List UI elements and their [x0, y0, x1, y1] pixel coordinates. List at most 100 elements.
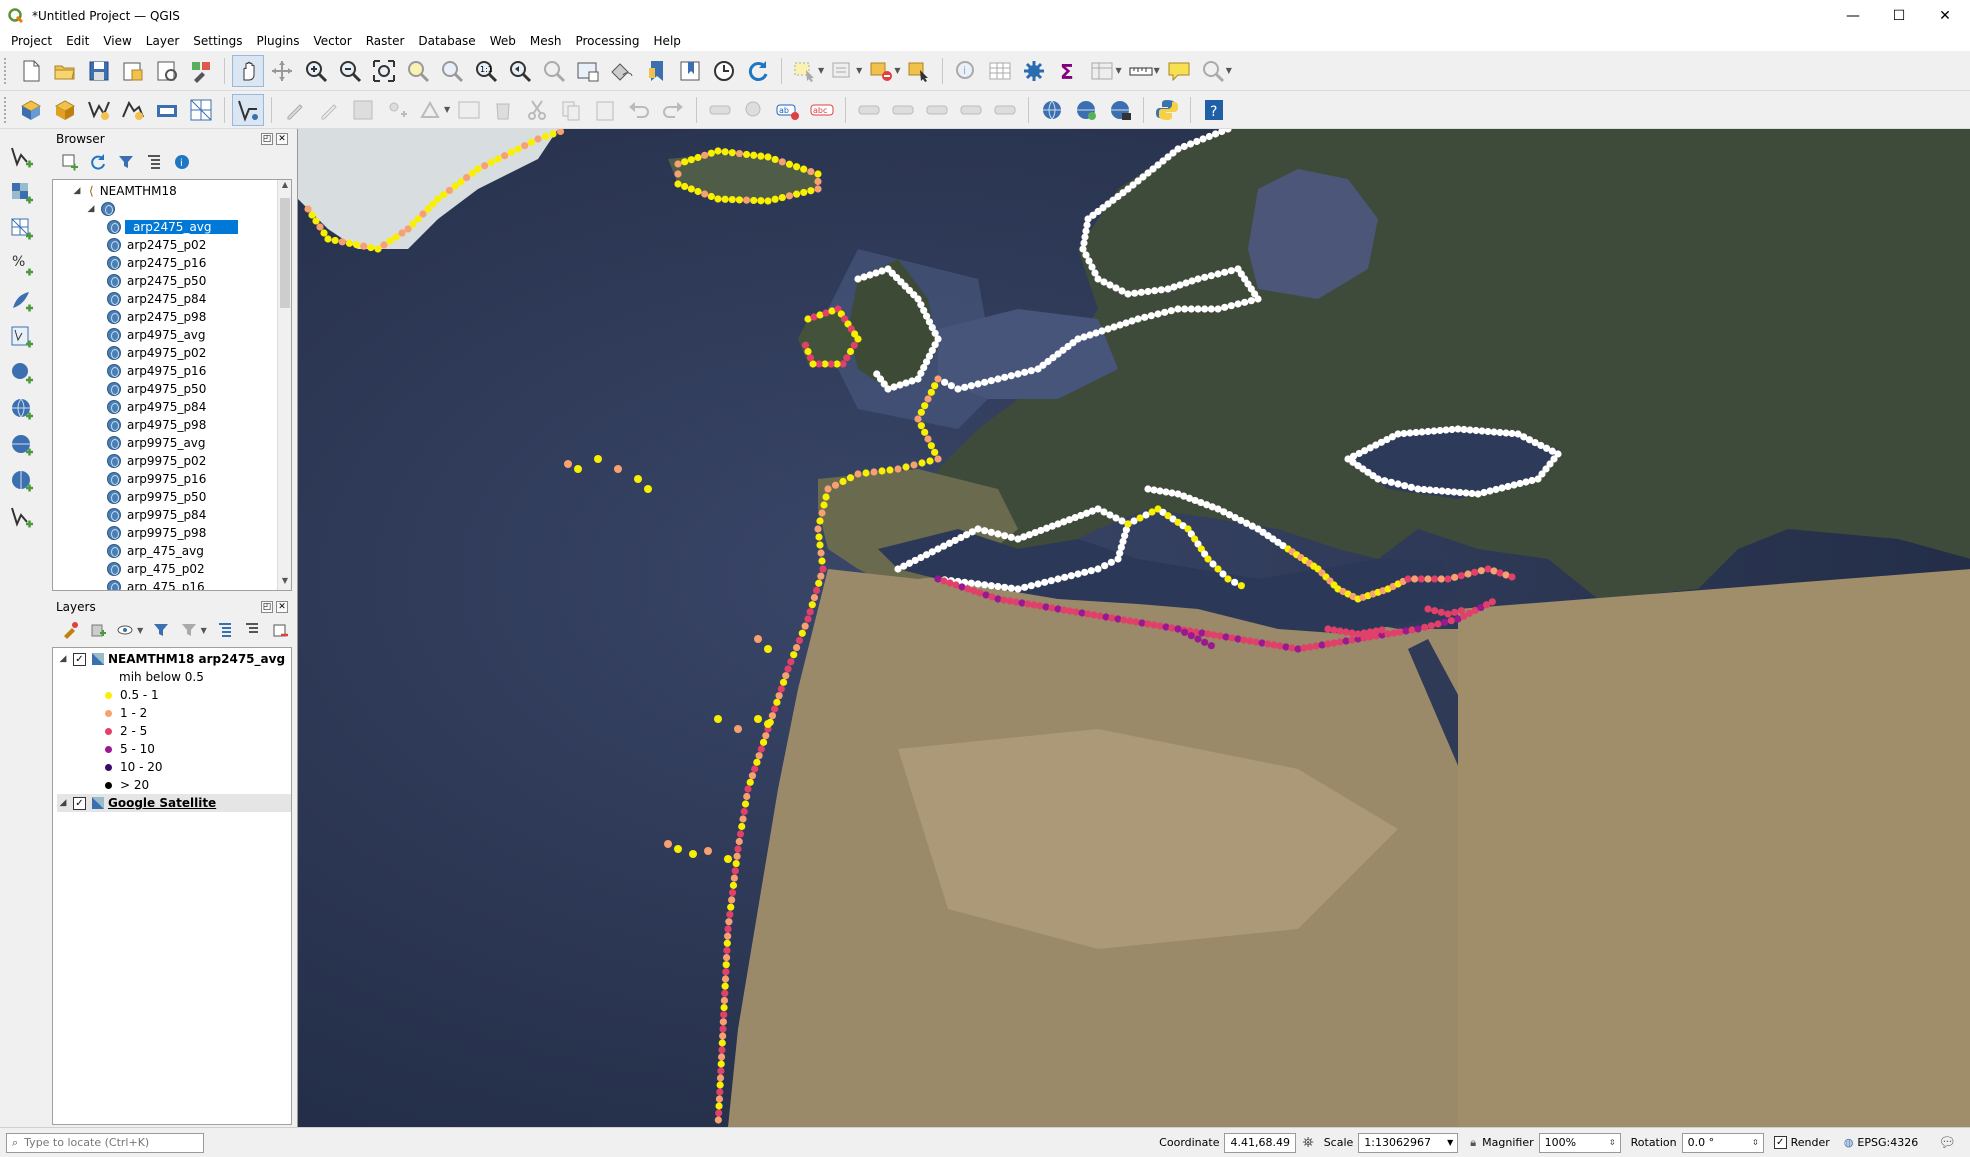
filter-by-expression-icon[interactable]: [178, 619, 200, 641]
map-tips-icon[interactable]: [1163, 55, 1195, 87]
collapse-all-icon[interactable]: [242, 619, 264, 641]
float-panel-button[interactable]: ◰: [261, 601, 273, 613]
new-vector-layer-icon[interactable]: [232, 93, 264, 126]
save-layer-edits-icon[interactable]: [347, 94, 379, 126]
browser-item[interactable]: arp4975_avg: [107, 326, 291, 344]
toggle-editing-icon[interactable]: [313, 94, 345, 126]
map-canvas[interactable]: [297, 129, 1970, 1127]
zoom-native-resolution-icon[interactable]: 1:1: [470, 55, 502, 87]
browser-item[interactable]: arp2475_p02: [107, 236, 291, 254]
lock-scale-icon[interactable]: 🔒︎: [1470, 1136, 1476, 1150]
open-attribute-table-icon[interactable]: [984, 55, 1016, 87]
new-3d-map-view-icon[interactable]: [606, 55, 638, 87]
manage-map-themes-icon[interactable]: [114, 619, 136, 641]
map-view[interactable]: [298, 129, 1970, 1127]
new-project-icon[interactable]: [15, 55, 47, 87]
refresh-icon[interactable]: [87, 151, 109, 173]
add-group-icon[interactable]: [87, 619, 109, 641]
add-virtual-layer-icon[interactable]: [6, 321, 38, 353]
rotate-label-icon[interactable]: [921, 94, 953, 126]
legend-item[interactable]: 1 - 2: [57, 704, 291, 722]
tree-sub-node[interactable]: ◢: [71, 200, 291, 218]
browser-item[interactable]: arp9975_p50: [107, 488, 291, 506]
new-spatial-bookmark-icon[interactable]: [640, 55, 672, 87]
locator-search-icon[interactable]: [1197, 55, 1229, 87]
menu-edit[interactable]: Edit: [59, 31, 96, 51]
remove-layer-icon[interactable]: [269, 619, 291, 641]
coordinate-field[interactable]: 4.41,68.49: [1224, 1132, 1297, 1153]
pin-labels-icon[interactable]: [738, 94, 770, 126]
select-features-icon[interactable]: [789, 55, 821, 87]
temporal-controller-icon[interactable]: [708, 55, 740, 87]
browser-item[interactable]: arp4975_p84: [107, 398, 291, 416]
browser-item[interactable]: arp_475_avg: [107, 542, 291, 560]
select-by-location-icon[interactable]: [903, 55, 935, 87]
add-vector-layer-icon[interactable]: [6, 141, 38, 173]
legend-item[interactable]: > 20: [57, 776, 291, 794]
browser-item[interactable]: arp4975_p02: [107, 344, 291, 362]
toolbar-grip[interactable]: [4, 96, 8, 123]
scale-field[interactable]: 1:13062967 ▼: [1358, 1132, 1459, 1153]
layer-labeling-options-icon[interactable]: ab: [772, 94, 804, 126]
new-mesh-layer-icon[interactable]: [185, 94, 217, 126]
open-project-icon[interactable]: [49, 55, 81, 87]
add-wfs-layer-icon[interactable]: [1104, 94, 1136, 126]
spinbox-arrows-icon[interactable]: ⇳: [1605, 1138, 1620, 1147]
highlight-pinned-labels-icon[interactable]: [853, 94, 885, 126]
browser-item[interactable]: arp9975_p84: [107, 506, 291, 524]
toolbar-grip[interactable]: [4, 57, 8, 84]
pan-map-icon[interactable]: [232, 54, 264, 87]
browser-scrollbar[interactable]: ▲ ▼: [277, 180, 291, 590]
zoom-next-icon[interactable]: [538, 55, 570, 87]
expand-all-icon[interactable]: [214, 619, 236, 641]
rotation-field[interactable]: 0.0 ° ⇳: [1681, 1132, 1764, 1153]
identify-features-icon[interactable]: i: [950, 55, 982, 87]
browser-item[interactable]: arp2475_p98: [107, 308, 291, 326]
add-delimited-text-layer-icon[interactable]: %: [6, 249, 38, 281]
add-mesh-layer-icon[interactable]: [6, 213, 38, 245]
new-print-layout-icon[interactable]: [117, 55, 149, 87]
render-checkbox[interactable]: ✓: [1773, 1136, 1787, 1149]
browser-item[interactable]: arp_475_p16: [107, 578, 291, 590]
browser-item[interactable]: arp2475_p16: [107, 254, 291, 272]
browser-item[interactable]: arp2475_p84: [107, 290, 291, 308]
current-edits-icon[interactable]: [279, 94, 311, 126]
add-wms-layer-icon[interactable]: [1036, 94, 1068, 126]
new-scratch-layer-icon[interactable]: [117, 94, 149, 126]
spinbox-arrows-icon[interactable]: ⇳: [1748, 1138, 1763, 1147]
show-bookmarks-icon[interactable]: [674, 55, 706, 87]
legend-item[interactable]: 5 - 10: [57, 740, 291, 758]
add-spatialite-layer-icon[interactable]: [6, 285, 38, 317]
undo-icon[interactable]: [623, 94, 655, 126]
zoom-to-layer-icon[interactable]: [436, 55, 468, 87]
menu-view[interactable]: View: [96, 31, 138, 51]
layer-visibility-checkbox[interactable]: ✓: [73, 652, 86, 666]
open-layer-styling-icon[interactable]: [59, 619, 81, 641]
new-vector-layer-icon[interactable]: [6, 501, 38, 533]
expand-arrow-icon[interactable]: ◢: [85, 204, 97, 214]
close-panel-button[interactable]: ✕: [276, 601, 288, 613]
layer-diagram-options-icon[interactable]: abc: [806, 94, 838, 126]
move-label-icon[interactable]: [887, 94, 919, 126]
menu-layer[interactable]: Layer: [139, 31, 186, 51]
menu-mesh[interactable]: Mesh: [523, 31, 569, 51]
crs-globe-icon[interactable]: ◍: [1844, 1136, 1854, 1149]
filter-legend-icon[interactable]: [150, 619, 172, 641]
maximize-button[interactable]: ☐: [1876, 0, 1922, 31]
menu-database[interactable]: Database: [411, 31, 482, 51]
zoom-full-icon[interactable]: [368, 55, 400, 87]
messages-icon[interactable]: 💬︎: [1938, 1135, 1956, 1151]
measure-line-icon[interactable]: [1125, 55, 1157, 87]
data-source-manager-icon[interactable]: [15, 94, 47, 126]
menu-processing[interactable]: Processing: [568, 31, 646, 51]
close-button[interactable]: ✕: [1922, 0, 1968, 31]
browser-item[interactable]: arp9975_p16: [107, 470, 291, 488]
browser-item[interactable]: arp4975_p50: [107, 380, 291, 398]
deselect-features-icon[interactable]: [865, 55, 897, 87]
chevron-down-icon[interactable]: ▼: [1443, 1138, 1457, 1147]
paste-features-icon[interactable]: [589, 94, 621, 126]
modify-attributes-icon[interactable]: [453, 94, 485, 126]
legend-item[interactable]: 10 - 20: [57, 758, 291, 776]
add-selected-layers-icon[interactable]: [59, 151, 81, 173]
select-by-value-icon[interactable]: [827, 55, 859, 87]
